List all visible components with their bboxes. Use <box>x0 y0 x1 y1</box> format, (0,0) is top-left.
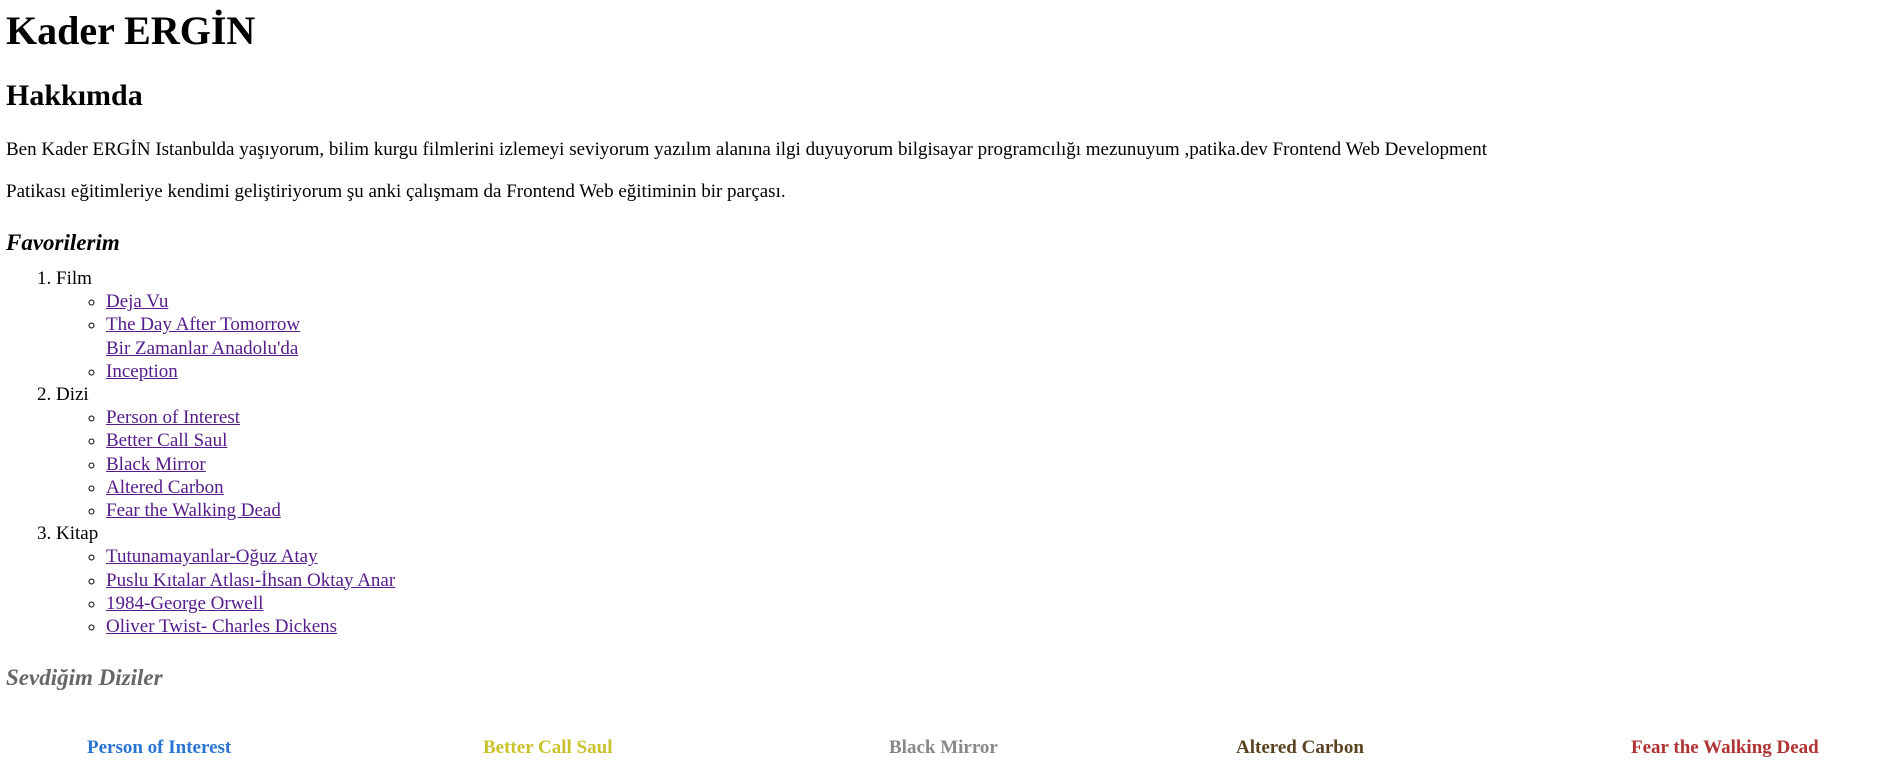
list-item: Bir Zamanlar Anadolu'da <box>106 337 1871 360</box>
favorite-series-heading: Sevdiğim Diziler <box>6 665 163 691</box>
favorite-series-better-call-saul: Better Call Saul <box>483 737 613 758</box>
category-label: Dizi <box>56 384 89 406</box>
series-list: Person of Interest Better Call Saul Blac… <box>56 406 1871 522</box>
film-link-deja-vu[interactable]: Deja Vu <box>106 291 168 312</box>
category-kitap: Kitap Tutunamayanlar-Oğuz Atay Puslu Kıt… <box>56 522 1871 638</box>
series-link-black-mirror[interactable]: Black Mirror <box>106 454 206 475</box>
list-item: Fear the Walking Dead <box>106 499 1871 522</box>
list-item: The Day After Tomorrow <box>106 313 1871 336</box>
book-list: Tutunamayanlar-Oğuz Atay Puslu Kıtalar A… <box>56 545 1871 638</box>
favorites-list: Film Deja Vu The Day After Tomorrow Bir … <box>6 267 1871 638</box>
series-link-altered-carbon[interactable]: Altered Carbon <box>106 477 224 498</box>
favorite-series-row: Person of Interest Better Call Saul Blac… <box>0 737 1877 767</box>
list-item: Tutunamayanlar-Oğuz Atay <box>106 545 1871 568</box>
page: Kader ERGİN Hakkımda Ben Kader ERGİN Ist… <box>0 7 1877 692</box>
list-item: Black Mirror <box>106 453 1871 476</box>
page-title: Kader ERGİN <box>6 8 256 53</box>
film-link-bir-zamanlar-anadoluda[interactable]: Bir Zamanlar Anadolu'da <box>106 338 298 359</box>
about-paragraph-2: Patikası eğitimleriye kendimi geliştiriy… <box>6 181 786 202</box>
list-item: Better Call Saul <box>106 429 1871 452</box>
favorite-series-person-of-interest: Person of Interest <box>87 737 232 758</box>
list-item: Person of Interest <box>106 406 1871 429</box>
favorite-series-fear-the-walking-dead: Fear the Walking Dead <box>1631 737 1819 758</box>
list-item: 1984-George Orwell <box>106 592 1871 615</box>
list-item: Deja Vu <box>106 290 1871 313</box>
favorite-series-black-mirror: Black Mirror <box>889 737 998 758</box>
list-item: Puslu Kıtalar Atlası-İhsan Oktay Anar <box>106 569 1871 592</box>
favorites-heading: Favorilerim <box>6 230 120 255</box>
series-link-fear-the-walking-dead[interactable]: Fear the Walking Dead <box>106 500 281 521</box>
book-link-puslu-kitalar-atlasi[interactable]: Puslu Kıtalar Atlası-İhsan Oktay Anar <box>106 570 395 591</box>
about-heading: Hakkımda <box>6 79 143 112</box>
category-film: Film Deja Vu The Day After Tomorrow Bir … <box>56 267 1871 383</box>
category-dizi: Dizi Person of Interest Better Call Saul… <box>56 383 1871 522</box>
book-link-oliver-twist[interactable]: Oliver Twist- Charles Dickens <box>106 616 337 637</box>
list-item: Inception <box>106 360 1871 383</box>
film-link-the-day-after-tomorrow[interactable]: The Day After Tomorrow <box>106 314 300 335</box>
list-item: Altered Carbon <box>106 476 1871 499</box>
film-link-inception[interactable]: Inception <box>106 361 178 382</box>
film-list: Deja Vu The Day After Tomorrow Bir Zaman… <box>56 290 1871 383</box>
list-item: Oliver Twist- Charles Dickens <box>106 615 1871 638</box>
about-paragraph-1: Ben Kader ERGİN Istanbulda yaşıyorum, bi… <box>6 139 1488 160</box>
book-link-tutunamayanlar[interactable]: Tutunamayanlar-Oğuz Atay <box>106 546 318 567</box>
series-link-person-of-interest[interactable]: Person of Interest <box>106 407 240 428</box>
book-link-1984[interactable]: 1984-George Orwell <box>106 593 263 614</box>
series-link-better-call-saul[interactable]: Better Call Saul <box>106 430 227 451</box>
category-label: Kitap <box>56 523 99 545</box>
category-label: Film <box>56 268 92 289</box>
favorite-series-altered-carbon: Altered Carbon <box>1236 737 1364 758</box>
